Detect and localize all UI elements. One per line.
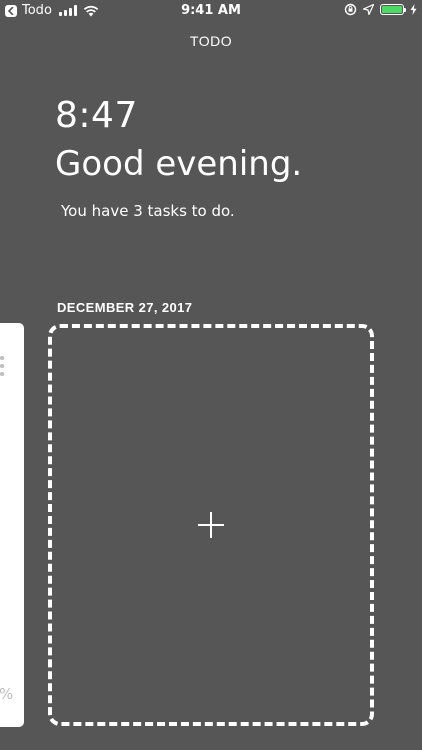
date-label: DECEMBER 27, 2017 <box>57 300 193 315</box>
task-count-text: You have 3 tasks to do. <box>61 202 235 220</box>
plus-icon[interactable] <box>198 512 224 538</box>
orientation-lock-icon <box>344 3 357 16</box>
battery-level <box>382 6 402 13</box>
current-time: 8:47 <box>55 95 138 136</box>
add-list-card[interactable] <box>48 324 374 726</box>
page-title: TODO <box>189 33 233 49</box>
greeting-heading: Good evening. <box>55 144 303 184</box>
more-options-icon[interactable] <box>0 356 4 376</box>
card-progress-percent: % <box>0 685 14 703</box>
status-bar: Todo 9:41 AM <box>0 0 422 24</box>
location-arrow-icon <box>363 4 374 15</box>
battery-icon <box>380 4 406 15</box>
charging-bolt-icon <box>410 4 417 15</box>
status-bar-right <box>344 3 417 16</box>
previous-task-card[interactable]: % <box>0 323 24 727</box>
